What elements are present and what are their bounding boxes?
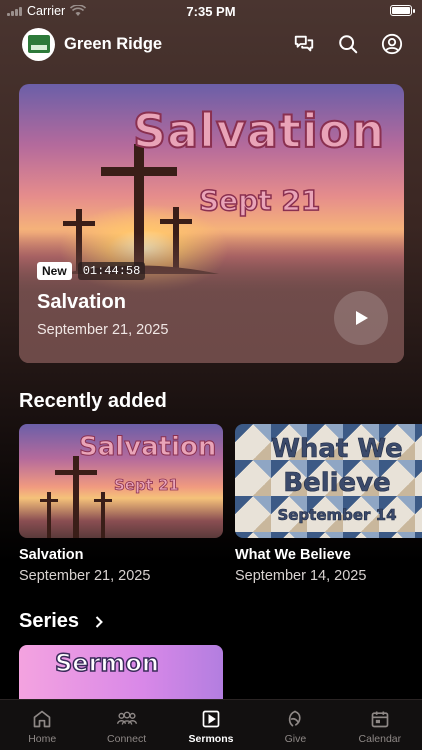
hero-artwork-subtitle: Sept 21 <box>198 183 321 218</box>
sermon-thumbnail: What We Believe September 14 <box>235 424 422 538</box>
profile-icon[interactable] <box>380 32 404 56</box>
duration-badge: 01:44:58 <box>77 262 146 280</box>
status-bar: Carrier 7:35 PM <box>0 0 422 22</box>
series-artwork-title: Sermon <box>54 648 159 678</box>
tab-give[interactable]: Give <box>253 700 337 750</box>
tab-bar: Home Connect Sermons Give Calendar <box>0 699 422 750</box>
sermon-date: September 14, 2025 <box>235 568 367 584</box>
church-logo[interactable] <box>22 27 55 61</box>
app-header: Green Ridge <box>22 27 404 61</box>
tab-calendar[interactable]: Calendar <box>338 700 422 750</box>
tab-label: Calendar <box>358 733 402 745</box>
hero-sermon-date: September 21, 2025 <box>37 322 169 338</box>
play-square-icon <box>200 708 222 730</box>
series-header[interactable]: Series <box>19 610 105 633</box>
series-heading: Series <box>19 610 80 632</box>
sermon-date: September 21, 2025 <box>19 568 151 584</box>
hero-badges: New 01:44:58 <box>37 262 146 280</box>
thumb-subtitle: September 14 <box>277 506 397 525</box>
tab-label: Give <box>284 733 307 745</box>
tab-connect[interactable]: Connect <box>84 700 168 750</box>
play-icon <box>356 311 368 325</box>
thumb-title: Salvation <box>78 432 217 463</box>
give-icon <box>284 708 306 730</box>
crosses-thumb-artwork <box>40 456 112 538</box>
hero-sermon-title: Salvation <box>37 291 126 313</box>
sermon-thumbnail: Salvation Sept 21 <box>19 424 223 538</box>
recently-added-heading: Recently added <box>19 390 167 412</box>
chevron-right-icon <box>95 615 103 628</box>
tab-label: Connect <box>107 733 147 745</box>
calendar-icon <box>369 708 391 730</box>
tab-home[interactable]: Home <box>0 700 84 750</box>
tab-sermons[interactable]: Sermons <box>169 700 253 750</box>
play-button[interactable] <box>334 291 388 345</box>
sermon-card-what-we-believe[interactable]: What We Believe September 14 What We Bel… <box>235 424 422 584</box>
chat-icon[interactable] <box>292 32 316 56</box>
people-icon <box>116 708 138 730</box>
thumb-title-line1: What We <box>271 434 403 465</box>
series-card[interactable]: Sermon <box>19 645 223 705</box>
thumb-title-line2: Believe <box>283 468 391 499</box>
sermon-title: What We Believe <box>235 547 351 563</box>
tab-label: Home <box>28 733 57 745</box>
featured-sermon-card[interactable]: Salvation Sept 21 New 01:44:58 Salvation… <box>19 84 404 363</box>
tab-label: Sermons <box>188 733 234 745</box>
home-icon <box>31 708 53 730</box>
recently-added-list: Salvation Sept 21 Salvation September 21… <box>19 424 422 584</box>
church-name: Green Ridge <box>64 34 163 53</box>
sermon-card-salvation[interactable]: Salvation Sept 21 Salvation September 21… <box>19 424 223 584</box>
sermon-title: Salvation <box>19 547 84 563</box>
new-badge: New <box>37 262 72 280</box>
status-time: 7:35 PM <box>186 4 236 19</box>
thumb-subtitle: Sept 21 <box>114 476 180 495</box>
hero-artwork-title: Salvation <box>132 103 386 159</box>
battery-icon <box>390 5 415 16</box>
search-icon[interactable] <box>336 32 360 56</box>
